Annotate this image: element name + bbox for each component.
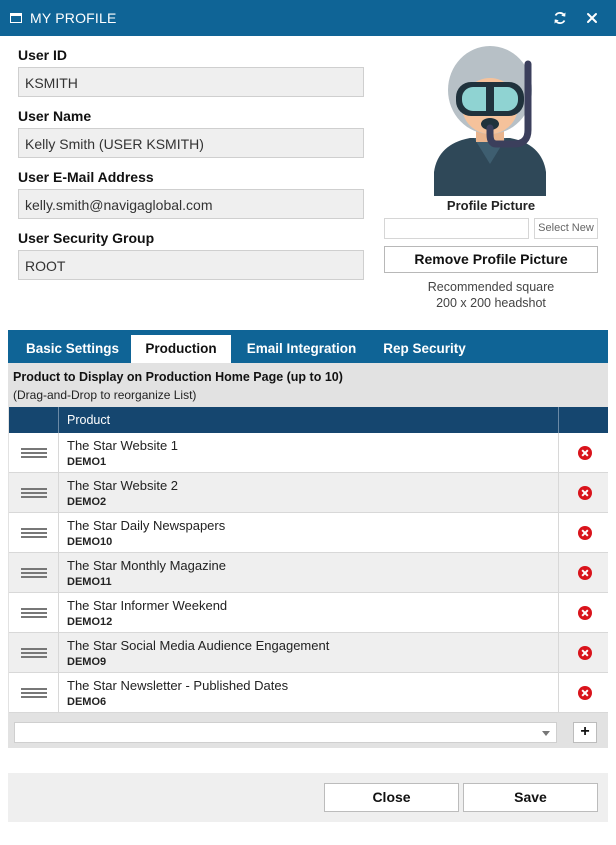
- drag-handle-icon[interactable]: [21, 568, 47, 578]
- title-bar: MY PROFILE: [0, 0, 616, 36]
- delete-cell: [558, 673, 608, 713]
- tab-rep-security[interactable]: Rep Security: [373, 335, 476, 363]
- delete-icon[interactable]: [578, 526, 592, 540]
- delete-cell: [558, 433, 608, 473]
- user-security-group-field: ROOT: [18, 250, 364, 280]
- tab-basic-settings[interactable]: Basic Settings: [16, 335, 129, 363]
- drag-handle-icon[interactable]: [21, 608, 47, 618]
- refresh-icon[interactable]: [551, 9, 569, 27]
- drag-handle-icon[interactable]: [21, 688, 47, 698]
- drag-handle-icon[interactable]: [21, 448, 47, 458]
- add-product-select-overlay: [14, 722, 557, 743]
- delete-icon[interactable]: [578, 446, 592, 460]
- scuba-diver-avatar: [430, 44, 550, 196]
- product-name: The Star Daily Newspapers: [67, 518, 226, 533]
- user-id-field: KSMITH: [18, 67, 364, 97]
- drag-handle-icon[interactable]: [21, 528, 47, 538]
- select-new-button[interactable]: Select New: [534, 218, 598, 239]
- production-heading: Product to Display on Production Home Pa…: [13, 370, 343, 384]
- add-product-area: +: [9, 714, 608, 748]
- remove-profile-picture-button[interactable]: Remove Profile Picture: [384, 246, 598, 273]
- profile-picture-label: Profile Picture: [446, 198, 536, 213]
- product-code: DEMO12: [67, 616, 113, 628]
- table-row: The Star Website 1 DEMO1: [9, 433, 608, 473]
- delete-icon[interactable]: [578, 486, 592, 500]
- delete-cell: [558, 593, 608, 633]
- product-code: DEMO2: [67, 496, 107, 508]
- delete-cell: [558, 513, 608, 553]
- product-name: The Star Website 1: [67, 438, 179, 453]
- save-button[interactable]: Save: [463, 783, 598, 812]
- delete-icon[interactable]: [578, 606, 592, 620]
- grid-header-product: Product: [67, 413, 111, 427]
- recommendation-line-2: 200 x 200 headshot: [436, 296, 546, 310]
- drag-handle-cell: [9, 433, 59, 473]
- window-title: MY PROFILE: [30, 10, 117, 26]
- drag-handle-cell: [9, 633, 59, 673]
- chevron-down-icon: [542, 731, 550, 736]
- product-code: DEMO11: [67, 576, 112, 588]
- window-icon: [10, 13, 22, 23]
- grid-header-divider: [558, 407, 559, 433]
- delete-icon[interactable]: [578, 686, 592, 700]
- table-row: The Star Informer Weekend DEMO12: [9, 593, 608, 633]
- user-name-label: User Name: [18, 108, 92, 124]
- close-button[interactable]: Close: [324, 783, 459, 812]
- product-grid: Product The Star Website 1 DEMO1 The Sta…: [9, 407, 608, 713]
- drag-handle-cell: [9, 553, 59, 593]
- close-icon[interactable]: [583, 9, 601, 27]
- tab-production[interactable]: Production: [131, 335, 231, 363]
- table-row: The Star Newsletter - Published Dates DE…: [9, 673, 608, 713]
- user-email-label: User E-Mail Address: [18, 169, 154, 185]
- table-row: The Star Website 2 DEMO2: [9, 473, 608, 513]
- product-code: DEMO10: [67, 536, 113, 548]
- delete-icon[interactable]: [578, 646, 592, 660]
- delete-cell: [558, 633, 608, 673]
- user-security-group-label: User Security Group: [18, 230, 155, 246]
- table-row: The Star Monthly Magazine DEMO11: [9, 553, 608, 593]
- table-row: The Star Social Media Audience Engagemen…: [9, 633, 608, 673]
- drag-handle-cell: [9, 473, 59, 513]
- tab-bar: Basic Settings Production Email Integrat…: [8, 330, 608, 363]
- product-name: The Star Newsletter - Published Dates: [67, 678, 289, 693]
- drag-handle-icon[interactable]: [21, 488, 47, 498]
- product-name: The Star Website 2: [67, 478, 179, 493]
- delete-cell: [558, 473, 608, 513]
- table-row: The Star Daily Newspapers DEMO10: [9, 513, 608, 553]
- user-id-label: User ID: [18, 47, 68, 63]
- tab-email-integration[interactable]: Email Integration: [237, 335, 366, 363]
- production-panel: Product to Display on Production Home Pa…: [8, 363, 608, 748]
- recommendation-line-1: Recommended square: [427, 280, 555, 294]
- profile-picture-file-input[interactable]: [384, 218, 529, 239]
- product-code: DEMO9: [67, 656, 107, 668]
- production-subheading: (Drag-and-Drop to reorganize List): [13, 388, 197, 402]
- drag-handle-cell: [9, 673, 59, 713]
- delete-icon[interactable]: [578, 566, 592, 580]
- grid-header-handle-column: [9, 407, 59, 433]
- product-name: The Star Social Media Audience Engagemen…: [67, 638, 330, 653]
- grid-header: Product: [9, 407, 608, 433]
- drag-handle-cell: [9, 593, 59, 633]
- dialog-footer: Close Save: [8, 773, 608, 822]
- user-name-field: Kelly Smith (USER KSMITH): [18, 128, 364, 158]
- product-name: The Star Monthly Magazine: [67, 558, 226, 573]
- drag-handle-cell: [9, 513, 59, 553]
- product-code: DEMO1: [67, 456, 107, 468]
- recommendation-text: Recommended square 200 x 200 headshot: [384, 279, 598, 311]
- add-product-button[interactable]: +: [573, 722, 597, 743]
- delete-cell: [558, 553, 608, 593]
- user-email-field: kelly.smith@navigaglobal.com: [18, 189, 364, 219]
- drag-handle-icon[interactable]: [21, 648, 47, 658]
- product-code: DEMO6: [67, 696, 107, 708]
- product-name: The Star Informer Weekend: [67, 598, 228, 613]
